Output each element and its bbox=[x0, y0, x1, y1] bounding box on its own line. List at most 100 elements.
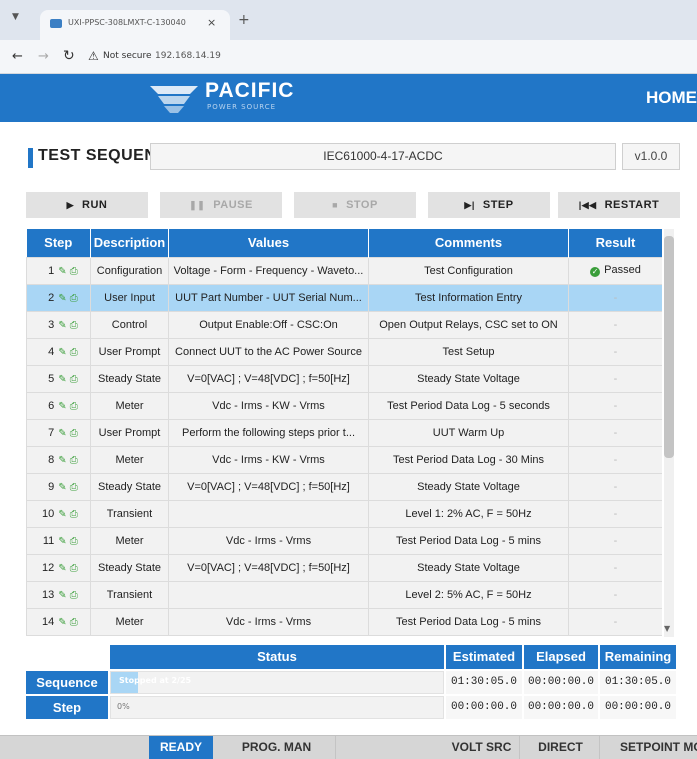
step-cell[interactable]: 14 ✎ ⎙ bbox=[26, 607, 91, 636]
print-icon[interactable]: ⎙ bbox=[70, 563, 78, 574]
table-row[interactable]: 3 ✎ ⎙ Control Output Enable:Off - CSC:On Open… bbox=[26, 310, 662, 339]
print-icon[interactable]: ⎙ bbox=[70, 455, 78, 466]
edit-icon[interactable]: ✎ bbox=[58, 536, 66, 547]
result-cell: - bbox=[568, 391, 662, 420]
browser-tab-bar: ▼ UXI-PPSC-308LMXT-C-130040 × + bbox=[0, 0, 697, 40]
edit-icon[interactable]: ✎ bbox=[58, 374, 66, 385]
scroll-down-icon[interactable]: ▼ bbox=[664, 624, 670, 633]
step-cell[interactable]: 2 ✎ ⎙ bbox=[26, 283, 91, 312]
new-tab-plus-icon[interactable]: + bbox=[238, 12, 250, 28]
result-text: - bbox=[613, 534, 618, 547]
program-mode-indicator[interactable]: PROG. MAN bbox=[218, 736, 336, 759]
setpoint-mode-indicator[interactable]: SETPOINT MO bbox=[604, 736, 697, 759]
step-cell[interactable]: 6 ✎ ⎙ bbox=[26, 391, 91, 420]
edit-icon[interactable]: ✎ bbox=[58, 455, 66, 466]
column-header-description[interactable]: Description bbox=[90, 229, 169, 257]
table-row[interactable]: 6 ✎ ⎙ Meter Vdc - Irms - KW - Vrms Test Perio… bbox=[26, 391, 662, 420]
table-row[interactable]: 7 ✎ ⎙ User Prompt Perform the following step… bbox=[26, 418, 662, 447]
result-cell: - bbox=[568, 580, 662, 609]
run-button[interactable]: ▶ RUN bbox=[26, 192, 148, 218]
table-row[interactable]: 13 ✎ ⎙ Transient Level 2: 5% AC, F = 50Hz - bbox=[26, 580, 662, 609]
step-cell[interactable]: 5 ✎ ⎙ bbox=[26, 364, 91, 393]
edit-icon[interactable]: ✎ bbox=[58, 563, 66, 574]
edit-icon[interactable]: ✎ bbox=[58, 266, 66, 277]
step-number: 8 bbox=[48, 453, 55, 466]
print-icon[interactable]: ⎙ bbox=[70, 401, 78, 412]
edit-icon[interactable]: ✎ bbox=[58, 590, 66, 601]
comments-cell: Test Period Data Log - 5 mins bbox=[368, 526, 569, 555]
step-cell[interactable]: 4 ✎ ⎙ bbox=[26, 337, 91, 366]
table-row[interactable]: 9 ✎ ⎙ Steady State V=0[VAC] ; V=48[VDC] ; f=… bbox=[26, 472, 662, 501]
edit-icon[interactable]: ✎ bbox=[58, 401, 66, 412]
table-row[interactable]: 10 ✎ ⎙ Transient Level 1: 2% AC, F = 50Hz - bbox=[26, 499, 662, 528]
step-cell[interactable]: 1 ✎ ⎙ bbox=[26, 256, 91, 285]
browser-tab[interactable]: UXI-PPSC-308LMXT-C-130040 × bbox=[40, 10, 230, 40]
reload-icon[interactable]: ↻ bbox=[63, 48, 75, 64]
restart-button[interactable]: |◀◀ RESTART bbox=[558, 192, 680, 218]
print-icon[interactable]: ⎙ bbox=[70, 590, 78, 601]
step-cell[interactable]: 12 ✎ ⎙ bbox=[26, 553, 91, 582]
source-mode-indicator[interactable]: VOLT SRC bbox=[444, 736, 520, 759]
edit-icon[interactable]: ✎ bbox=[58, 320, 66, 331]
column-header-values[interactable]: Values bbox=[168, 229, 369, 257]
comments-cell: Steady State Voltage bbox=[368, 553, 569, 582]
tab-close-icon[interactable]: × bbox=[207, 16, 216, 29]
sequence-name-field[interactable]: IEC61000-4-17-ACDC bbox=[150, 143, 616, 170]
print-icon[interactable]: ⎙ bbox=[70, 293, 78, 304]
restart-label: RESTART bbox=[604, 199, 660, 211]
print-icon[interactable]: ⎙ bbox=[70, 509, 78, 520]
pause-button[interactable]: ❚❚ PAUSE bbox=[160, 192, 282, 218]
step-cell[interactable]: 7 ✎ ⎙ bbox=[26, 418, 91, 447]
column-header-comments[interactable]: Comments bbox=[368, 229, 569, 257]
edit-icon[interactable]: ✎ bbox=[58, 617, 66, 628]
values-cell: V=0[VAC] ; V=48[VDC] ; f=50[Hz] bbox=[168, 364, 369, 393]
table-row[interactable]: 8 ✎ ⎙ Meter Vdc - Irms - KW - Vrms Test Perio… bbox=[26, 445, 662, 474]
step-cell[interactable]: 10 ✎ ⎙ bbox=[26, 499, 91, 528]
table-row[interactable]: 14 ✎ ⎙ Meter Vdc - Irms - Vrms Test Period Da… bbox=[26, 607, 662, 636]
url-text[interactable]: 192.168.14.19 bbox=[155, 51, 221, 61]
coupling-indicator[interactable]: DIRECT bbox=[522, 736, 600, 759]
step-button[interactable]: ▶| STEP bbox=[428, 192, 550, 218]
description-cell: User Prompt bbox=[90, 337, 169, 366]
back-arrow-icon[interactable]: ← bbox=[12, 49, 23, 64]
print-icon[interactable]: ⎙ bbox=[70, 320, 78, 331]
result-cell: - bbox=[568, 526, 662, 555]
column-header-step[interactable]: Step bbox=[26, 229, 91, 257]
step-cell[interactable]: 13 ✎ ⎙ bbox=[26, 580, 91, 609]
edit-icon[interactable]: ✎ bbox=[58, 509, 66, 520]
result-text: - bbox=[613, 372, 618, 385]
security-label[interactable]: Not secure bbox=[103, 51, 152, 61]
table-row[interactable]: 1 ✎ ⎙ Configuration Voltage - Form - Frequen… bbox=[26, 256, 662, 285]
table-row[interactable]: 4 ✎ ⎙ User Prompt Connect UUT to the AC Powe… bbox=[26, 337, 662, 366]
table-row[interactable]: 5 ✎ ⎙ Steady State V=0[VAC] ; V=48[VDC] ; f=… bbox=[26, 364, 662, 393]
edit-icon[interactable]: ✎ bbox=[58, 293, 66, 304]
result-cell: - bbox=[568, 553, 662, 582]
edit-icon[interactable]: ✎ bbox=[58, 482, 66, 493]
edit-icon[interactable]: ✎ bbox=[58, 347, 66, 358]
forward-arrow-icon[interactable]: → bbox=[38, 49, 49, 64]
step-cell[interactable]: 11 ✎ ⎙ bbox=[26, 526, 91, 555]
table-row[interactable]: 11 ✎ ⎙ Meter Vdc - Irms - Vrms Test Period Da… bbox=[26, 526, 662, 555]
pacific-logo-icon bbox=[150, 86, 198, 113]
print-icon[interactable]: ⎙ bbox=[70, 536, 78, 547]
print-icon[interactable]: ⎙ bbox=[70, 428, 78, 439]
edit-icon[interactable]: ✎ bbox=[58, 428, 66, 439]
step-cell[interactable]: 3 ✎ ⎙ bbox=[26, 310, 91, 339]
step-number: 7 bbox=[48, 426, 55, 439]
column-header-result[interactable]: Result bbox=[568, 229, 662, 257]
home-link[interactable]: HOME bbox=[646, 88, 697, 108]
tab-list-chevron-icon[interactable]: ▼ bbox=[12, 12, 19, 22]
step-cell[interactable]: 8 ✎ ⎙ bbox=[26, 445, 91, 474]
print-icon[interactable]: ⎙ bbox=[70, 347, 78, 358]
print-icon[interactable]: ⎙ bbox=[70, 374, 78, 385]
print-icon[interactable]: ⎙ bbox=[70, 482, 78, 493]
table-row[interactable]: 12 ✎ ⎙ Steady State V=0[VAC] ; V=48[VDC] ; f… bbox=[26, 553, 662, 582]
print-icon[interactable]: ⎙ bbox=[70, 617, 78, 628]
table-row[interactable]: 2 ✎ ⎙ User Input UUT Part Number - UUT Seria… bbox=[26, 283, 662, 312]
step-number: 13 bbox=[42, 588, 55, 601]
warning-icon[interactable]: ⚠ bbox=[88, 49, 99, 63]
step-cell[interactable]: 9 ✎ ⎙ bbox=[26, 472, 91, 501]
print-icon[interactable]: ⎙ bbox=[70, 266, 78, 277]
table-scrollbar-thumb[interactable] bbox=[664, 236, 674, 458]
stop-button[interactable]: ■ STOP bbox=[294, 192, 416, 218]
